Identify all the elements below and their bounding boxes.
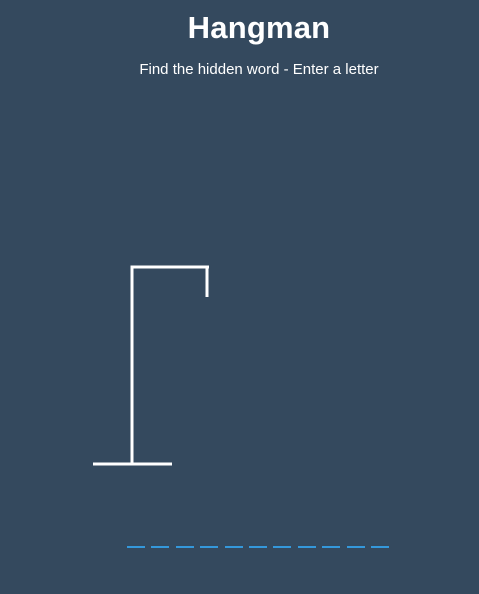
hangman-figure — [93, 265, 209, 466]
letter-slot — [346, 530, 365, 548]
letter-slot — [224, 530, 243, 548]
letter-slot — [200, 530, 219, 548]
letter-slot — [175, 530, 194, 548]
letter-slot — [370, 530, 389, 548]
letter-slot — [248, 530, 267, 548]
letter-slot — [297, 530, 316, 548]
hidden-word — [127, 546, 389, 564]
letter-slot — [127, 530, 145, 548]
letter-slot — [151, 530, 170, 548]
letter-slot — [273, 530, 292, 548]
letter-slot — [322, 530, 341, 548]
